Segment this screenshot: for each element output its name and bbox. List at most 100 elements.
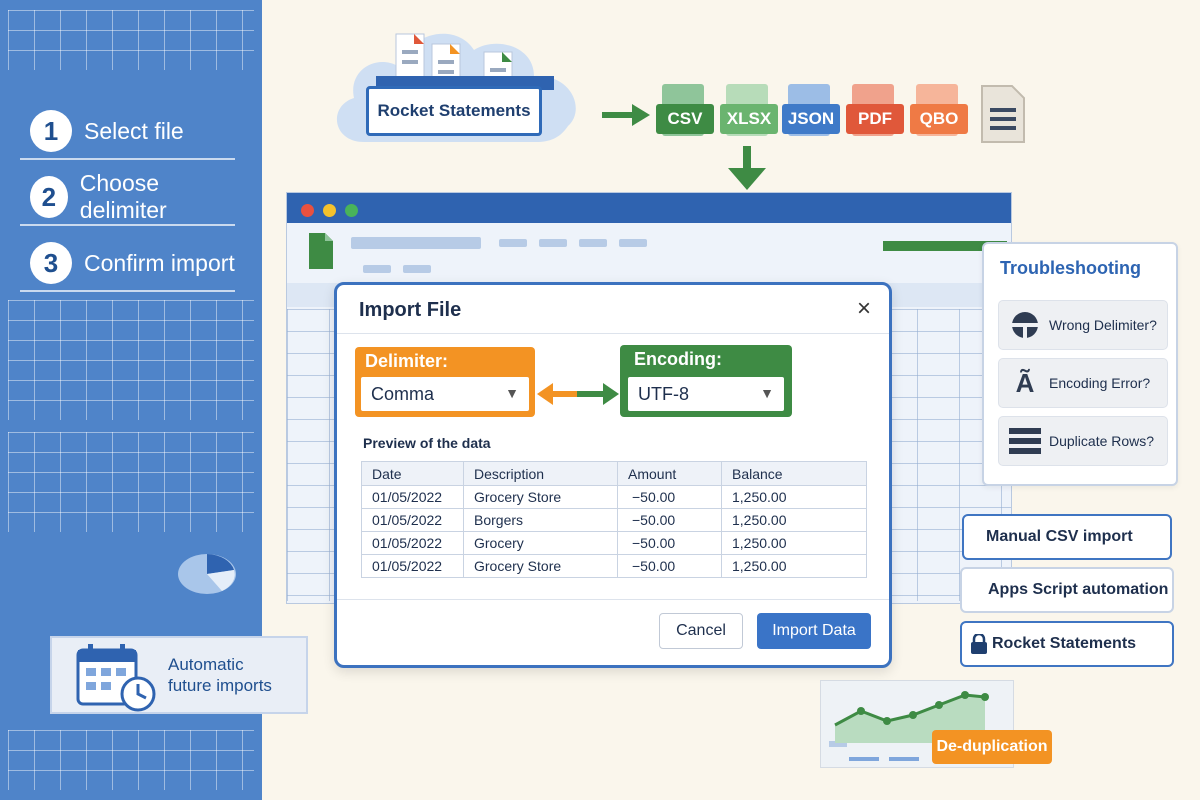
encoding-select[interactable]: UTF-8 ▼ — [628, 377, 784, 411]
calendar-clock-icon — [76, 644, 156, 712]
toolbar-placeholder — [539, 239, 567, 247]
step-choose-delimiter: 2 Choose delimiter — [20, 170, 235, 226]
accented-a-icon: Ã — [1015, 367, 1035, 398]
format-label: PDF — [846, 104, 904, 134]
close-icon[interactable]: × — [857, 295, 871, 323]
double-arrow-icon — [537, 383, 619, 405]
divider — [337, 333, 889, 334]
decorative-grid — [8, 300, 254, 420]
table-cell: 1,250.00 — [721, 485, 867, 509]
format-label: XLSX — [720, 104, 778, 134]
import-data-button[interactable]: Import Data — [757, 613, 871, 649]
table-cell: Grocery — [463, 531, 618, 555]
toolbar-placeholder — [579, 239, 607, 247]
table-cell: 1,250.00 — [721, 531, 867, 555]
encoding-group: Encoding: UTF-8 ▼ — [620, 345, 792, 417]
preview-table: Date Description Amount Balance 01/05/20… — [361, 461, 867, 578]
step-number: 2 — [30, 176, 68, 218]
table-row: 01/05/2022 Grocery Store −50.00 1,250.00 — [361, 485, 867, 509]
troubleshooting-panel: Troubleshooting Wrong Delimiter? Ã Encod… — [982, 242, 1178, 486]
duplicate-rows-item[interactable]: Duplicate Rows? — [998, 416, 1168, 466]
json-file-icon: JSON — [782, 84, 840, 146]
table-cell: −50.00 — [617, 508, 722, 532]
step-label: Select file — [84, 117, 184, 144]
wrong-delimiter-item[interactable]: Wrong Delimiter? — [998, 300, 1168, 350]
toolbar-placeholder — [499, 239, 527, 247]
step-number: 3 — [30, 242, 72, 284]
automatic-label-line1: Automatic — [168, 655, 244, 674]
automatic-imports-card: Automatic future imports — [50, 636, 308, 714]
arrow-right-icon — [602, 104, 650, 126]
column-header: Amount — [617, 461, 722, 486]
step-number: 1 — [30, 110, 72, 152]
import-file-dialog: Import File × Delimiter: Comma ▼ Encodin… — [334, 282, 892, 668]
cancel-button[interactable]: Cancel — [659, 613, 743, 649]
table-header-row: Date Description Amount Balance — [361, 461, 867, 486]
caret-down-icon: ▼ — [505, 385, 519, 401]
window-title-bar — [287, 193, 1011, 223]
deduplication-badge: De-duplication — [932, 730, 1052, 764]
document-icon — [981, 85, 1025, 143]
close-window-dot[interactable] — [301, 204, 314, 217]
decorative-grid — [8, 432, 254, 532]
minimize-window-dot[interactable] — [323, 204, 336, 217]
pdf-file-icon: PDF — [846, 84, 904, 146]
decorative-grid — [8, 730, 254, 790]
table-cell: −50.00 — [617, 531, 722, 555]
dialog-title: Import File — [359, 299, 462, 321]
format-label: CSV — [656, 104, 714, 134]
column-header: Date — [361, 461, 464, 486]
table-cell: 1,250.00 — [721, 554, 867, 578]
arrow-down-icon — [728, 146, 766, 190]
table-cell: −50.00 — [617, 485, 722, 509]
dialog-footer: Cancel Import Data — [337, 599, 889, 665]
rocket-statements-source: Rocket Statements — [366, 86, 542, 136]
column-header: Description — [463, 461, 618, 486]
encoding-label: Encoding: — [634, 349, 722, 369]
manual-csv-import-option[interactable]: Manual CSV import — [962, 514, 1172, 560]
delimiter-group: Delimiter: Comma ▼ — [355, 347, 535, 417]
rocket-statements-option-label: Rocket Statements — [992, 635, 1137, 652]
delimiter-select[interactable]: Comma ▼ — [361, 377, 529, 411]
format-label: JSON — [782, 104, 840, 134]
table-row: 01/05/2022 Borgers −50.00 1,250.00 — [361, 508, 867, 532]
toolbar-placeholder — [403, 265, 431, 273]
toolbar-placeholder — [351, 237, 481, 249]
table-cell: 01/05/2022 — [361, 531, 464, 555]
format-label: QBO — [910, 104, 968, 134]
csv-file-icon: CSV — [656, 84, 714, 146]
toolbar-placeholder — [363, 265, 391, 273]
table-cell: 01/05/2022 — [361, 485, 464, 509]
table-cell: Grocery Store — [463, 485, 618, 509]
sheets-logo-icon — [309, 233, 333, 269]
decorative-grid — [8, 10, 254, 70]
step-confirm-import: 3 Confirm import — [20, 236, 235, 292]
split-circle-icon — [1007, 310, 1043, 340]
rocket-statements-option[interactable]: Rocket Statements — [960, 621, 1174, 667]
table-cell: 1,250.00 — [721, 508, 867, 532]
delimiter-label: Delimiter: — [365, 351, 449, 371]
toolbar-placeholder — [619, 239, 647, 247]
automatic-label-line2: future imports — [168, 676, 272, 695]
table-cell: −50.00 — [617, 554, 722, 578]
delimiter-value: Comma — [371, 383, 435, 404]
column-header: Balance — [721, 461, 867, 486]
step-label: Choose delimiter — [79, 170, 167, 223]
apps-script-automation-option[interactable]: Apps Script automation — [960, 567, 1174, 613]
preview-label: Preview of the data — [363, 435, 491, 451]
pie-chart-icon — [178, 554, 236, 594]
step-label: Confirm import — [84, 249, 235, 276]
table-cell: Borgers — [463, 508, 618, 532]
table-cell: 01/05/2022 — [361, 508, 464, 532]
table-cell: 01/05/2022 — [361, 554, 464, 578]
trouble-item-label: Duplicate Rows? — [1049, 433, 1155, 449]
maximize-window-dot[interactable] — [345, 204, 358, 217]
qbo-file-icon: QBO — [910, 84, 968, 146]
trouble-item-label: Wrong Delimiter? — [1049, 317, 1157, 333]
trouble-item-label: Encoding Error? — [1049, 375, 1151, 391]
encoding-value: UTF-8 — [638, 383, 689, 404]
caret-down-icon: ▼ — [760, 385, 774, 401]
automatic-imports-label: Automatic future imports — [168, 654, 272, 696]
encoding-error-item[interactable]: Ã Encoding Error? — [998, 358, 1168, 408]
troubleshooting-title: Troubleshooting — [1000, 258, 1141, 278]
